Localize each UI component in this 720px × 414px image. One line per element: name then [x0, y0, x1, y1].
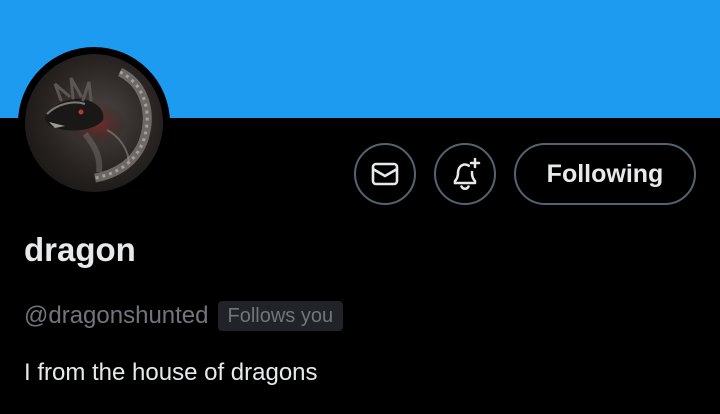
following-button[interactable]: Following: [514, 143, 696, 205]
display-name: dragon: [24, 231, 136, 268]
dragon-avatar-image: [25, 54, 163, 192]
bell-plus-icon: [453, 157, 481, 191]
avatar-ring: [18, 47, 170, 199]
notifications-button[interactable]: [434, 143, 496, 205]
avatar[interactable]: [25, 54, 163, 192]
user-handle: @dragonshunted: [24, 302, 209, 329]
mail-icon: [371, 162, 399, 186]
follows-you-badge: Follows you: [217, 301, 344, 331]
handle-row: @dragonshunted Follows you: [24, 300, 344, 332]
message-button[interactable]: [354, 143, 416, 205]
profile-bio: I from the house of dragons: [24, 359, 318, 386]
